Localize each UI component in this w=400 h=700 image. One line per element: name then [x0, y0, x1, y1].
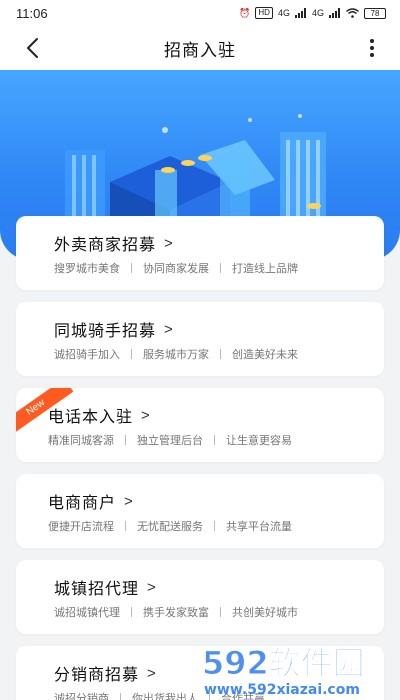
divider	[220, 349, 221, 359]
hd-badge: HD	[255, 7, 273, 19]
chevron-right-icon: >	[141, 406, 151, 424]
status-time: 11:06	[16, 5, 48, 21]
card-features: 诚招骑手加入 服务城市万家 创造美好未来	[54, 346, 298, 362]
status-icons: ⏰ HD 4G 4G 78	[239, 7, 386, 19]
feature-text: 无忧配送服务	[137, 521, 203, 533]
card-ecommerce[interactable]: 电商商户 > 便捷开店流程 无忧配送服务 共享平台流量	[16, 474, 384, 548]
network-label-1: 4G	[277, 8, 290, 18]
status-bar: 11:06 ⏰ HD 4G 4G 78	[0, 0, 400, 26]
divider	[131, 263, 132, 273]
chevron-right-icon: >	[124, 492, 134, 510]
card-features: 便捷开店流程 无忧配送服务 共享平台流量	[48, 518, 292, 534]
watermark-brand: 592软件园	[202, 644, 365, 682]
feature-text: 携手发家致富	[143, 607, 209, 619]
more-vertical-icon	[370, 39, 374, 57]
card-town-agent[interactable]: 城镇招代理 > 诚招城镇代理 携手发家致富 共创美好城市	[16, 560, 384, 634]
chevron-left-icon	[27, 38, 38, 58]
feature-text: 诚招分销商	[54, 693, 109, 700]
divider	[131, 607, 132, 617]
card-features: 搜罗城市美食 协同商家发展 打造线上品牌	[54, 260, 298, 276]
feature-text: 独立管理后台	[137, 435, 203, 447]
feature-text: 诚招骑手加入	[54, 349, 120, 361]
more-button[interactable]	[364, 34, 380, 62]
battery-icon: 78	[364, 7, 386, 19]
feature-text: 协同商家发展	[143, 263, 209, 275]
divider	[214, 435, 215, 445]
card-rider[interactable]: 同城骑手招募 > 诚招骑手加入 服务城市万家 创造美好未来	[16, 302, 384, 376]
chevron-right-icon: >	[147, 578, 157, 596]
page-title: 招商入驻	[164, 40, 236, 60]
feature-text: 创造美好未来	[232, 349, 298, 361]
feature-text: 共享平台流量	[226, 521, 292, 533]
card-title: 外卖商家招募	[54, 237, 157, 254]
feature-text: 打造线上品牌	[232, 263, 298, 275]
feature-text: 让生意更容易	[226, 435, 292, 447]
divider	[214, 521, 215, 531]
alarm-icon: ⏰	[239, 7, 251, 18]
feature-text: 你出货我出人	[132, 693, 198, 700]
watermark-logo: 592软件园 www.592xiazai.com	[202, 644, 366, 699]
card-features: 诚招城镇代理 携手发家致富 共创美好城市	[54, 604, 298, 620]
divider	[131, 349, 132, 359]
card-food-merchant[interactable]: 外卖商家招募 > 搜罗城市美食 协同商家发展 打造线上品牌	[16, 216, 384, 290]
back-button[interactable]	[18, 34, 46, 62]
card-title: 电话本入驻	[48, 409, 134, 426]
nav-bar: 招商入驻	[0, 26, 400, 70]
wifi-icon	[346, 8, 359, 18]
card-phonebook[interactable]: New 电话本入驻 > 精准同城客源 独立管理后台 让生意更容易	[16, 388, 384, 462]
card-title: 电商商户	[48, 495, 117, 512]
feature-text: 便捷开店流程	[48, 521, 114, 533]
card-title: 分销商招募	[54, 667, 140, 684]
network-label-2: 4G	[311, 8, 324, 18]
feature-text: 诚招城镇代理	[54, 607, 120, 619]
card-title: 城镇招代理	[54, 581, 140, 598]
feature-text: 共创美好城市	[232, 607, 298, 619]
feature-text: 服务城市万家	[143, 349, 209, 361]
card-features: 精准同城客源 独立管理后台 让生意更容易	[48, 432, 292, 448]
divider	[120, 693, 121, 700]
card-title: 同城骑手招募	[54, 323, 157, 340]
divider	[220, 263, 221, 273]
signal-icon	[294, 8, 306, 18]
chevron-right-icon: >	[164, 320, 174, 338]
watermark-url: www.592xiazai.com	[204, 682, 360, 698]
divider	[125, 435, 126, 445]
chevron-right-icon: >	[147, 664, 157, 682]
feature-text: 搜罗城市美食	[54, 263, 120, 275]
divider	[220, 607, 221, 617]
divider	[125, 521, 126, 531]
chevron-right-icon: >	[164, 234, 174, 252]
feature-text: 精准同城客源	[48, 435, 114, 447]
signal-icon-2	[329, 8, 340, 18]
